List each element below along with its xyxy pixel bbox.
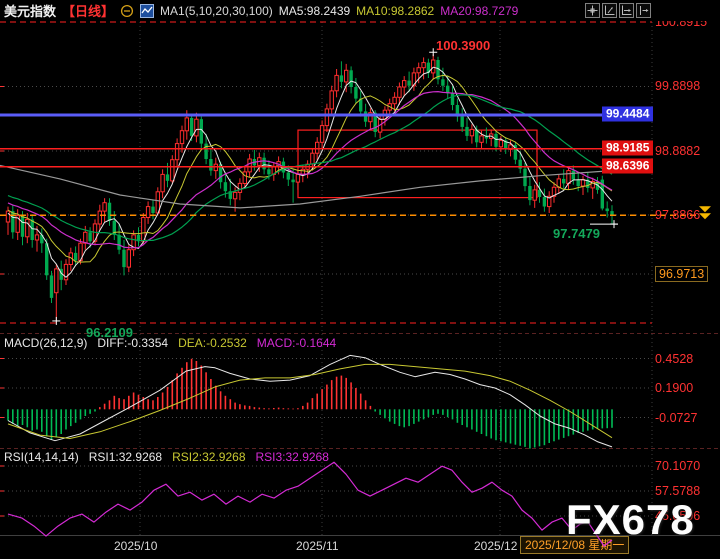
instrument-title: 美元指数	[4, 1, 56, 20]
ma20-value: MA20:98.7279	[440, 4, 518, 18]
toolbar-buttons	[585, 3, 651, 18]
collapse-icon[interactable]	[120, 4, 134, 18]
period-label[interactable]: 【日线】	[62, 1, 114, 20]
chart-application: 美元指数 【日线】 MA1(5,10,20,30,100) MA5:98.243…	[0, 0, 720, 559]
indicator-right-icon[interactable]	[619, 3, 634, 18]
ma10-value: MA10:98.2862	[356, 4, 434, 18]
shift-right-icon[interactable]	[636, 3, 651, 18]
ma-settings-label: MA1(5,10,20,30,100)	[160, 4, 273, 18]
ma5-value: MA5:98.2439	[279, 4, 350, 18]
indicator-up-icon[interactable]	[602, 3, 617, 18]
candlestick-chart[interactable]	[0, 0, 720, 559]
watermark: FX678	[566, 496, 695, 544]
crosshair-icon[interactable]	[585, 3, 600, 18]
chart-type-icon[interactable]	[140, 4, 154, 18]
